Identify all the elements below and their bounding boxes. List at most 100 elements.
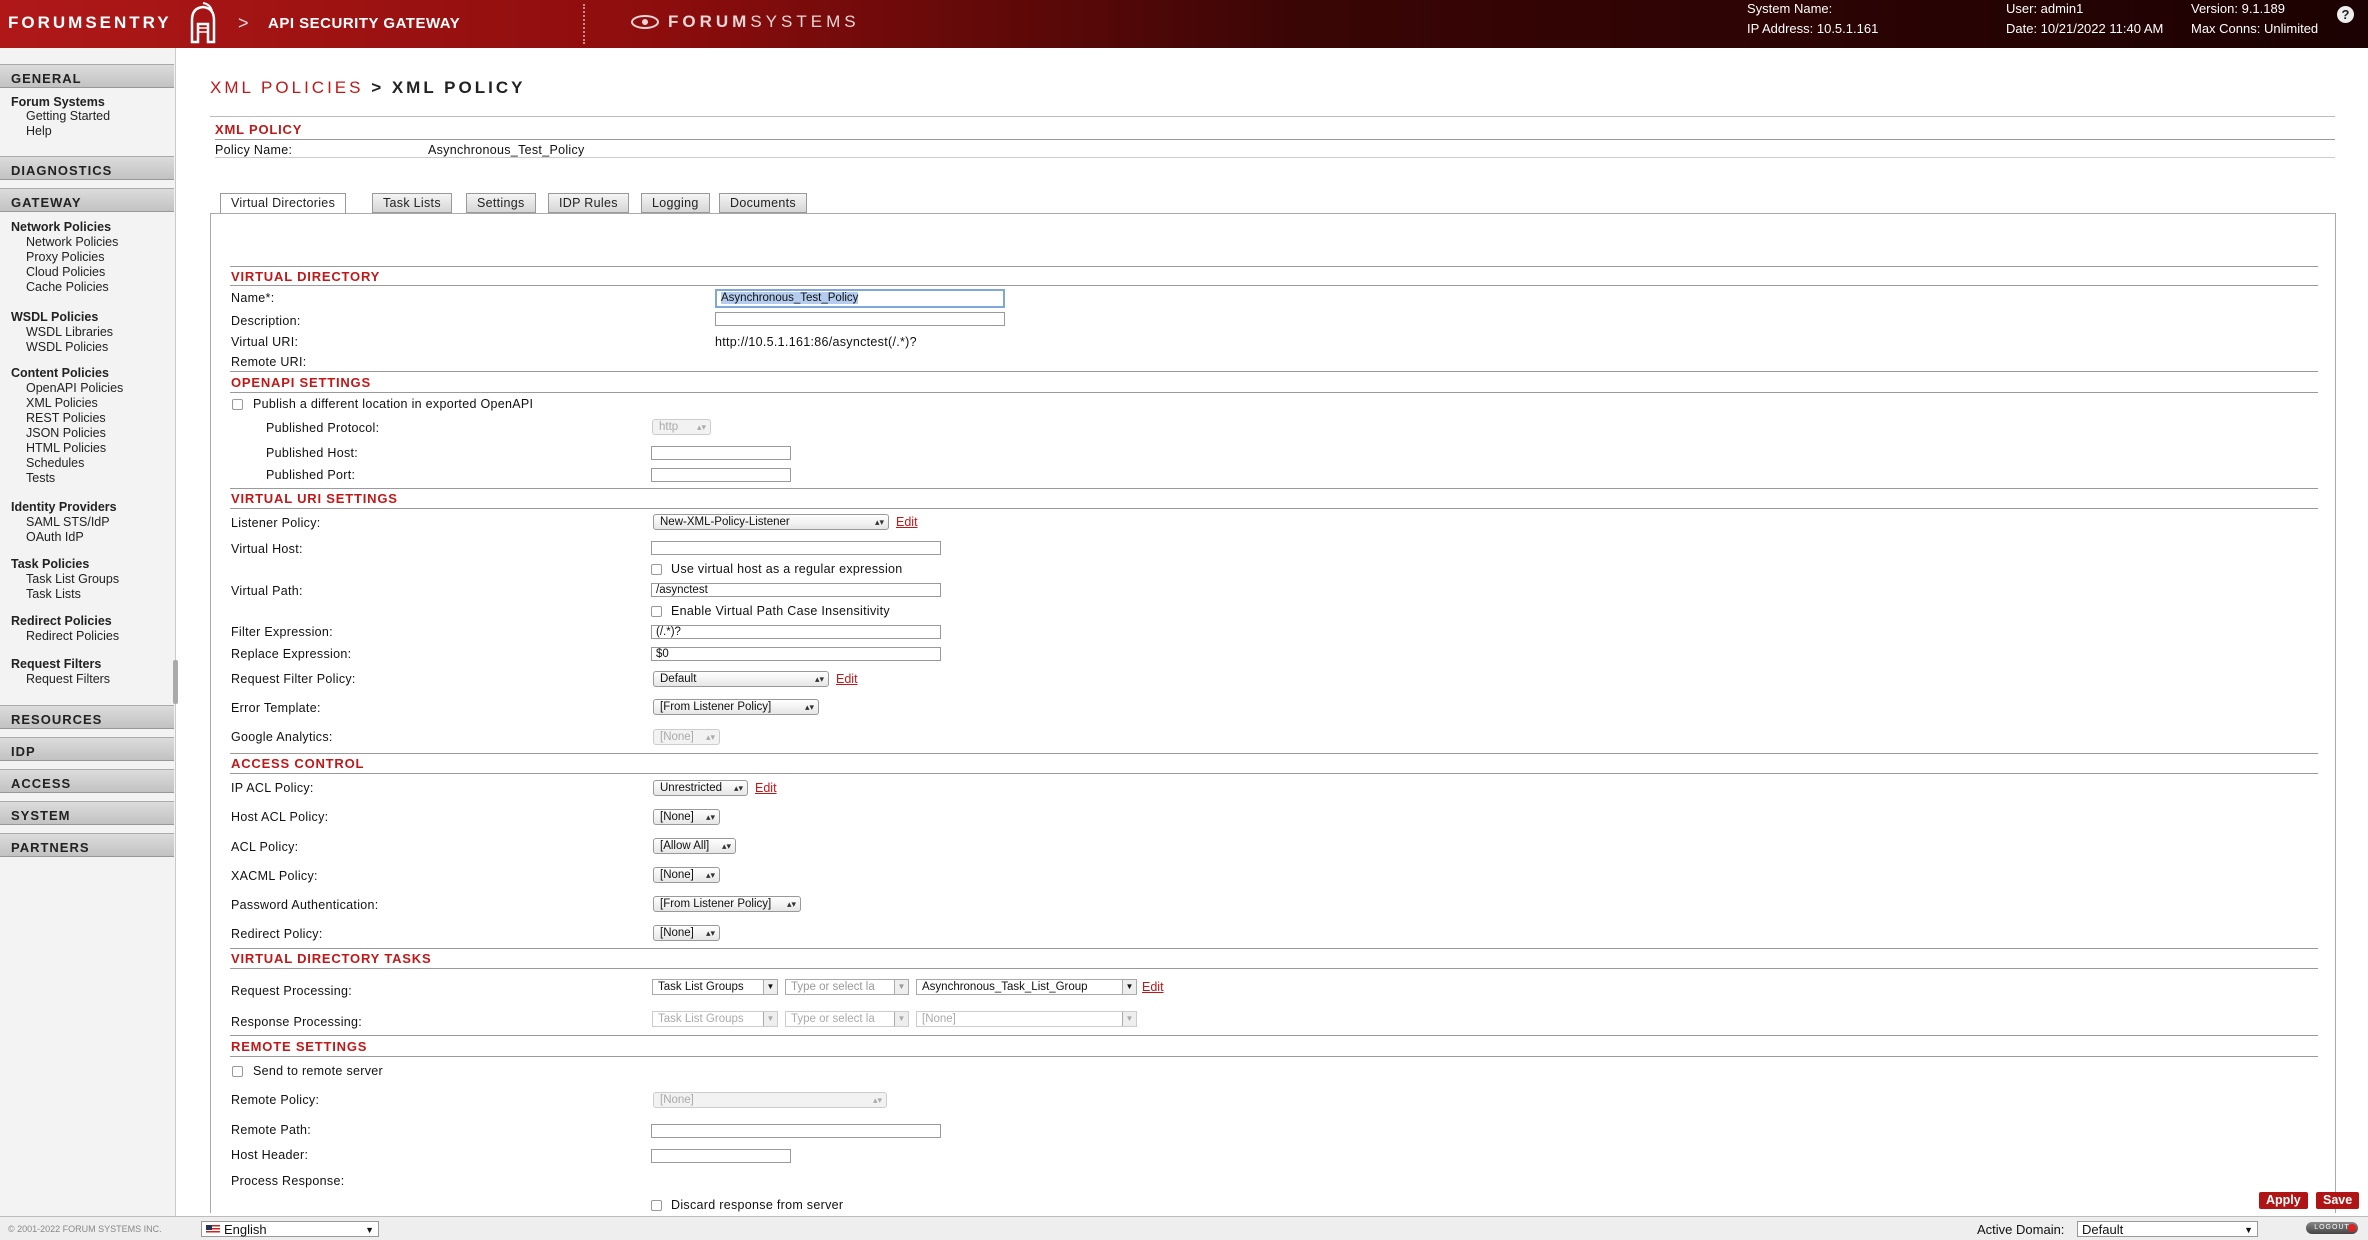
sidebar-item-wsdl-policies[interactable]: WSDL Policies [26, 340, 108, 354]
active-domain-select[interactable]: Default ▼ [2077, 1221, 2258, 1237]
sidebar-item-cloud-policies[interactable]: Cloud Policies [26, 265, 105, 279]
sidebar-item-schedules[interactable]: Schedules [26, 456, 84, 470]
tab-idp-rules[interactable]: IDP Rules [548, 193, 629, 213]
description-input[interactable] [715, 312, 1005, 326]
request-task-list-combo[interactable]: Type or select la ▼ [785, 979, 909, 995]
filter-expression-input[interactable]: (/.*)? [651, 625, 941, 639]
sidebar-item-openapi-policies[interactable]: OpenAPI Policies [26, 381, 123, 395]
help-icon[interactable]: ? [2337, 6, 2354, 23]
sidebar-section-partners[interactable]: PARTNERS [0, 833, 174, 857]
ip-acl-policy-select[interactable]: Unrestricted ▴▾ [653, 780, 748, 796]
redirect-policy-label: Redirect Policy: [231, 927, 323, 941]
page-title: XML POLICIES > XML POLICY [210, 78, 525, 98]
user-info: User: admin1 Date: 10/21/2022 11:40 AM [2006, 0, 2163, 39]
sidebar-section-idp[interactable]: IDP [0, 737, 174, 761]
host-acl-policy-select[interactable]: [None] ▴▾ [653, 809, 720, 825]
sidebar-section-general[interactable]: GENERAL [0, 64, 174, 88]
sidebar-group-identity-providers: Identity Providers [11, 500, 117, 514]
sidebar-section-diagnostics[interactable]: DIAGNOSTICS [0, 156, 174, 180]
request-filter-policy-value: Default [660, 673, 697, 685]
sidebar-item-xml-policies[interactable]: XML Policies [26, 396, 98, 410]
virtual-path-label: Virtual Path: [231, 584, 303, 598]
breadcrumb-separator: > [363, 78, 392, 97]
tab-virtual-directories[interactable]: Virtual Directories [220, 193, 347, 214]
virtual-path-input[interactable]: /asynctest [651, 583, 941, 597]
acl-policy-select[interactable]: [Allow All] ▴▾ [653, 838, 736, 854]
sidebar-item-saml-sts-idp[interactable]: SAML STS/IdP [26, 515, 110, 529]
sidebar-item-task-lists[interactable]: Task Lists [26, 587, 81, 601]
sidebar-item-tests[interactable]: Tests [26, 471, 55, 485]
save-button[interactable]: Save [2316, 1192, 2360, 1209]
replace-expression-input[interactable]: $0 [651, 647, 941, 661]
sidebar-section-resources[interactable]: RESOURCES [0, 705, 174, 729]
divider [230, 773, 2318, 774]
logout-label: LOGOUT [2314, 1224, 2350, 1231]
listener-policy-edit-link[interactable]: Edit [896, 515, 918, 529]
discard-response-checkbox[interactable] [651, 1200, 662, 1211]
published-port-input[interactable] [651, 468, 791, 482]
google-analytics-select[interactable]: [None] ▴▾ [653, 729, 720, 745]
divider [230, 1056, 2318, 1057]
remote-policy-select[interactable]: [None] ▴▾ [653, 1092, 887, 1108]
sidebar-section-system[interactable]: SYSTEM [0, 801, 174, 825]
breadcrumb-xml-policies[interactable]: XML POLICIES [210, 78, 363, 97]
sidebar-item-getting-started[interactable]: Getting Started [26, 109, 110, 123]
xacml-policy-select[interactable]: [None] ▴▾ [653, 867, 720, 883]
response-group-combo[interactable]: [None] ▼ [916, 1011, 1137, 1027]
request-filter-policy-select[interactable]: Default ▴▾ [653, 671, 829, 687]
sidebar-item-wsdl-libraries[interactable]: WSDL Libraries [26, 325, 113, 339]
published-protocol-value: http [659, 421, 679, 433]
response-task-list-combo[interactable]: Type or select la ▼ [785, 1011, 909, 1027]
product-title: API SECURITY GATEWAY [268, 15, 461, 32]
section-xml-policy: XML POLICY [215, 122, 303, 137]
language-select[interactable]: English ▼ [201, 1221, 379, 1237]
remote-policy-value: [None] [660, 1094, 694, 1106]
redirect-policy-select[interactable]: [None] ▴▾ [653, 925, 720, 941]
sidebar-item-help[interactable]: Help [26, 124, 52, 138]
divider [230, 266, 2318, 267]
publish-location-checkbox[interactable] [232, 399, 243, 410]
sidebar-item-proxy-policies[interactable]: Proxy Policies [26, 250, 105, 264]
ip-acl-policy-value: Unrestricted [660, 782, 722, 794]
host-header-input[interactable] [651, 1149, 791, 1163]
sidebar-item-oauth-idp[interactable]: OAuth IdP [26, 530, 84, 544]
request-processing-edit-link[interactable]: Edit [1142, 980, 1164, 994]
virtual-host-input[interactable] [651, 541, 941, 555]
listener-policy-select[interactable]: New-XML-Policy-Listener ▴▾ [653, 514, 889, 530]
sidebar-item-rest-policies[interactable]: REST Policies [26, 411, 106, 425]
sidebar-item-task-list-groups[interactable]: Task List Groups [26, 572, 119, 586]
name-input[interactable]: Asynchronous_Test_Policy [715, 289, 1005, 308]
sidebar-item-cache-policies[interactable]: Cache Policies [26, 280, 109, 294]
password-authentication-select[interactable]: [From Listener Policy] ▴▾ [653, 896, 801, 912]
sidebar-item-network-policies[interactable]: Network Policies [26, 235, 118, 249]
sidebar-item-request-filters[interactable]: Request Filters [26, 672, 110, 686]
sidebar-section-access[interactable]: ACCESS [0, 769, 174, 793]
tab-documents[interactable]: Documents [719, 193, 807, 213]
sidebar-item-json-policies[interactable]: JSON Policies [26, 426, 106, 440]
published-protocol-select[interactable]: http ▴▾ [652, 419, 711, 435]
sidebar-item-redirect-policies[interactable]: Redirect Policies [26, 629, 119, 643]
request-filter-edit-link[interactable]: Edit [836, 672, 858, 686]
request-group-combo[interactable]: Asynchronous_Task_List_Group ▼ [916, 979, 1137, 995]
virtual-host-regex-checkbox[interactable] [651, 564, 662, 575]
name-input-value: Asynchronous_Test_Policy [721, 292, 859, 304]
sidebar-section-gateway[interactable]: GATEWAY [0, 188, 174, 212]
tab-task-lists[interactable]: Task Lists [372, 193, 452, 213]
tab-logging[interactable]: Logging [641, 193, 710, 213]
logout-button[interactable]: LOGOUT [2306, 1222, 2358, 1234]
request-type-combo[interactable]: Task List Groups ▼ [652, 979, 778, 995]
ip-acl-edit-link[interactable]: Edit [755, 781, 777, 795]
divider [230, 948, 2318, 949]
published-host-input[interactable] [651, 446, 791, 460]
divider [215, 157, 2335, 158]
sidebar-item-html-policies[interactable]: HTML Policies [26, 441, 106, 455]
apply-button[interactable]: Apply [2259, 1192, 2308, 1209]
remote-path-input[interactable] [651, 1124, 941, 1138]
error-template-select[interactable]: [From Listener Policy] ▴▾ [653, 699, 819, 715]
sidebar-resize-handle[interactable] [173, 660, 178, 704]
case-insensitivity-checkbox[interactable] [651, 606, 662, 617]
response-type-combo[interactable]: Task List Groups ▼ [652, 1011, 778, 1027]
section-access-control: ACCESS CONTROL [231, 756, 365, 771]
tab-settings[interactable]: Settings [466, 193, 536, 213]
send-to-remote-checkbox[interactable] [232, 1066, 243, 1077]
